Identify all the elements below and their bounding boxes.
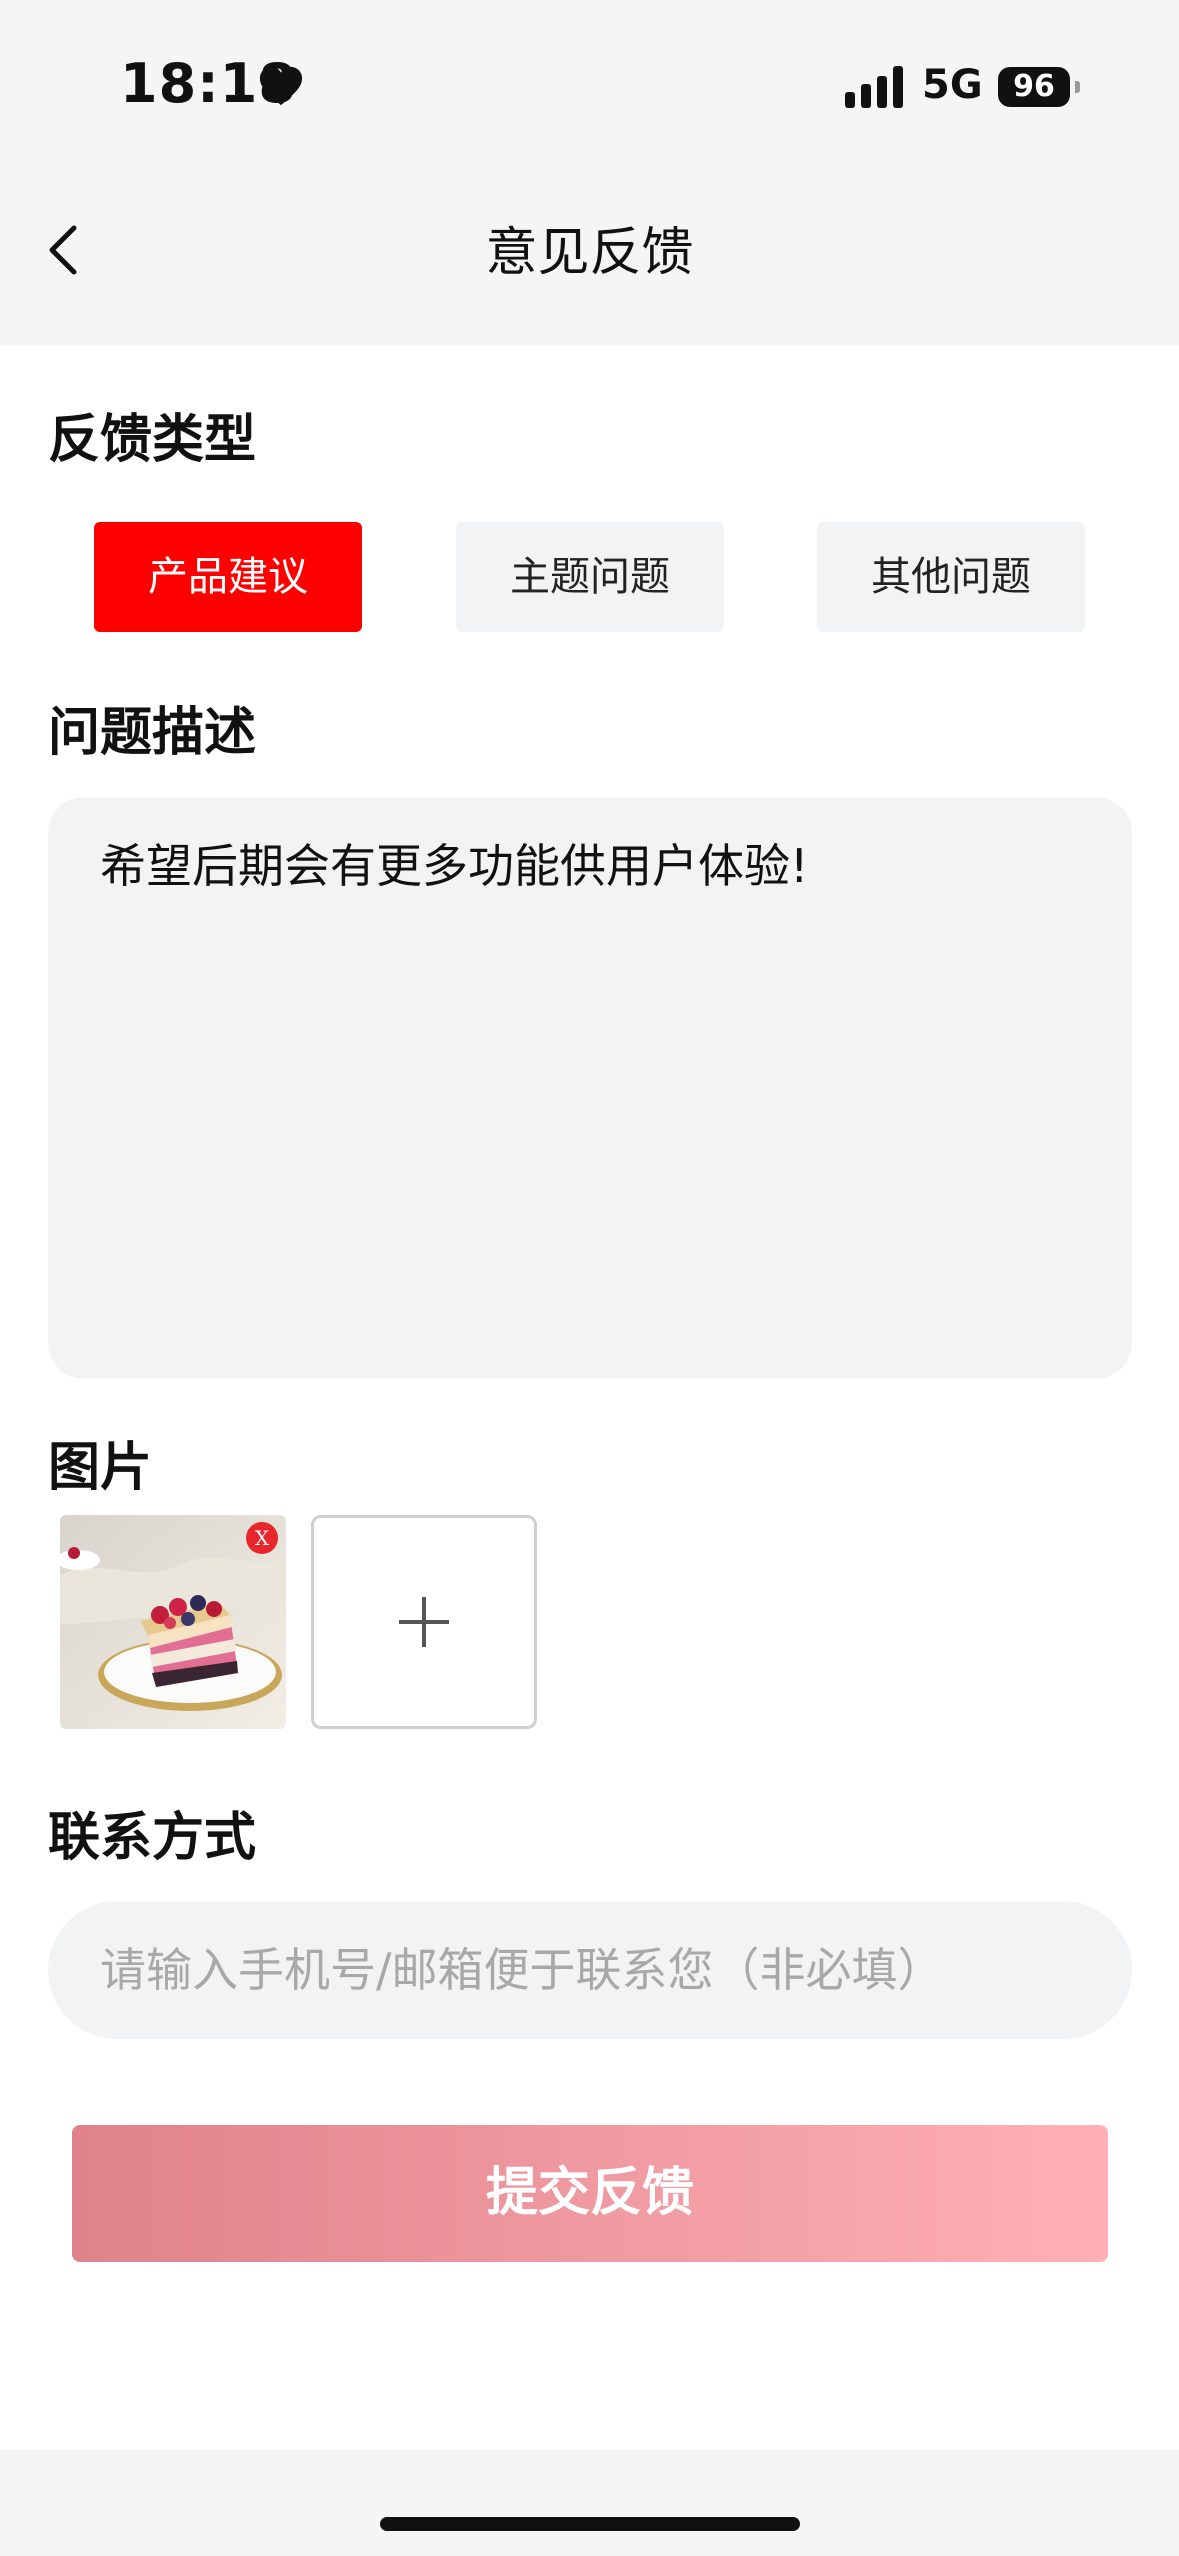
network-type: 5G <box>922 62 983 108</box>
submit-feedback-button[interactable]: 提交反馈 <box>72 2125 1108 2262</box>
battery-icon: 96 <box>998 67 1080 107</box>
nav-bar: 意见反馈 <box>0 170 1179 345</box>
status-bar: 18:18 5G 96 <box>0 0 1179 170</box>
chevron-left-icon <box>49 225 77 275</box>
description-title: 问题描述 <box>48 703 257 763</box>
battery-tip <box>1075 81 1080 93</box>
contact-input[interactable] <box>48 1901 1132 2039</box>
add-image-button[interactable] <box>311 1515 537 1729</box>
feedback-form: 反馈类型 产品建议 主题问题 其他问题 问题描述 希望后期会有更多功能供用户体验… <box>0 345 1179 2450</box>
feedback-type-title: 反馈类型 <box>48 410 257 470</box>
feedback-screen: 18:18 5G 96 意见反馈 反馈类型 产品建议 主题问题 其他问题 问题描… <box>0 0 1179 2556</box>
delete-image-button[interactable]: X <box>246 1522 278 1554</box>
type-option-theme-issue[interactable]: 主题问题 <box>456 522 724 632</box>
contact-title: 联系方式 <box>48 1808 257 1868</box>
back-button[interactable] <box>30 210 100 290</box>
battery-level: 96 <box>998 67 1070 107</box>
signal-icon <box>845 66 903 108</box>
plus-icon <box>399 1597 449 1647</box>
images-title: 图片 <box>48 1438 153 1498</box>
heart-icon <box>259 66 303 106</box>
home-indicator <box>380 2517 800 2531</box>
type-option-other-issue[interactable]: 其他问题 <box>817 522 1085 632</box>
type-option-product-suggestion[interactable]: 产品建议 <box>94 522 362 632</box>
page-title: 意见反馈 <box>485 223 694 283</box>
description-textarea[interactable]: 希望后期会有更多功能供用户体验! <box>48 797 1132 1379</box>
